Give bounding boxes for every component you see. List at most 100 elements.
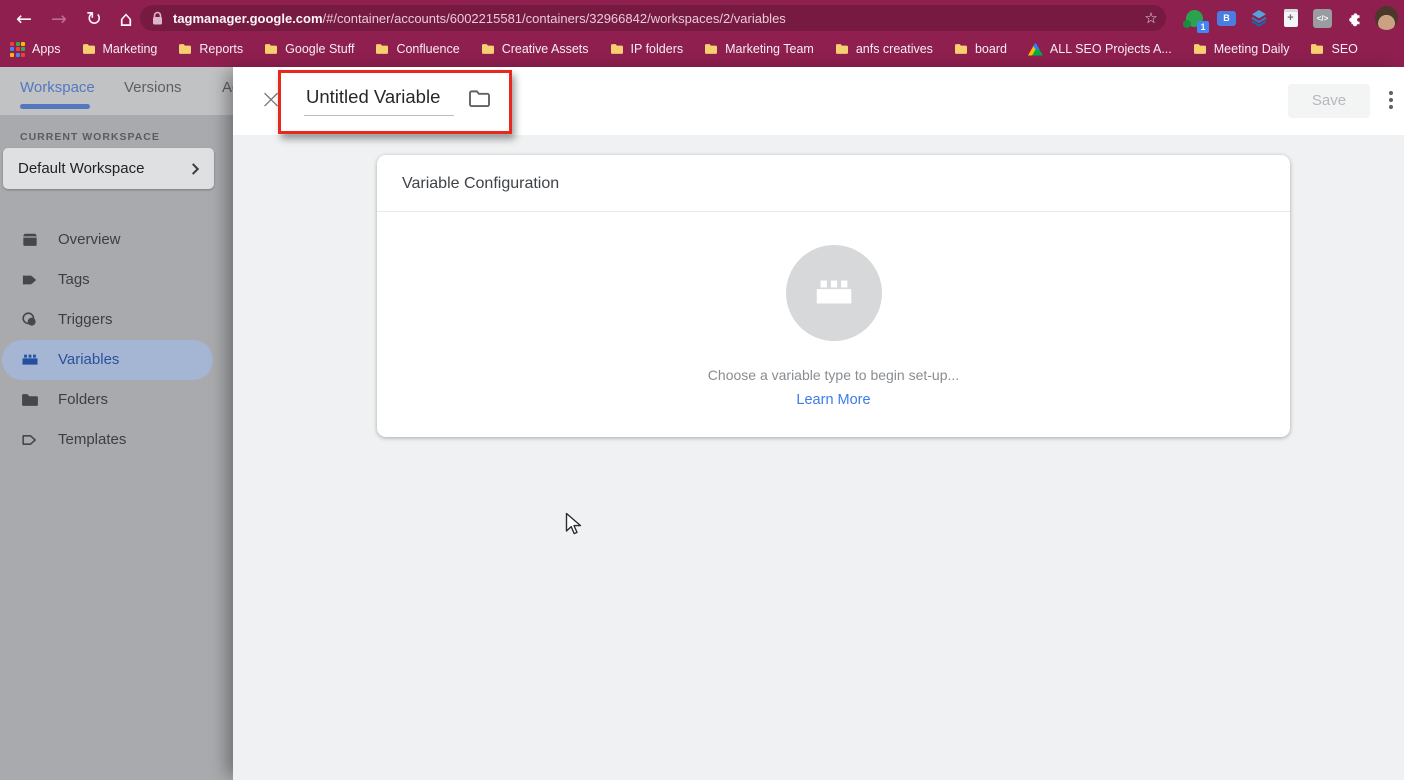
tab-versions[interactable]: Versions <box>124 79 182 96</box>
extension-row: 1 B + </> <box>1183 3 1398 33</box>
bookmark-confluence[interactable]: Confluence <box>375 42 460 56</box>
bookmark-meeting-daily[interactable]: Meeting Daily <box>1193 42 1290 56</box>
learn-more-link[interactable]: Learn More <box>796 392 870 408</box>
bookmark-star-icon[interactable]: ☆ <box>1136 9 1166 27</box>
folder-icon <box>82 44 95 54</box>
folder-icon <box>835 44 848 54</box>
code-glyph: </> <box>1313 8 1332 28</box>
folder-icon <box>610 44 623 54</box>
bookmark-marketing[interactable]: Marketing <box>82 42 158 56</box>
url-path: /#/container/accounts/6002215581/contain… <box>322 10 786 26</box>
bookmark-apps[interactable]: Apps <box>10 41 61 57</box>
variable-configuration-card: Variable Configuration Choose a variable… <box>377 155 1290 437</box>
tags-icon <box>22 275 36 285</box>
workspace-selector[interactable]: Default Workspace <box>3 148 214 189</box>
card-body[interactable]: Choose a variable type to begin set-up..… <box>377 212 1290 408</box>
sidebar-item-label: Templates <box>58 431 127 448</box>
sidebar-item-tags[interactable]: Tags <box>0 260 233 300</box>
bookmark-ip-folders[interactable]: IP folders <box>610 42 684 56</box>
folder-icon <box>376 44 389 54</box>
active-tab-underline <box>20 104 90 109</box>
extensions-puzzle-icon[interactable] <box>1343 7 1366 30</box>
sidebar-item-templates[interactable]: Templates <box>0 420 233 460</box>
home-icon[interactable]: ⌂ <box>113 6 139 32</box>
sidebar-item-label: Triggers <box>58 311 113 328</box>
browser-toolbar: ← → ↻ ⌂ tagmanager.google.com/#/containe… <box>0 0 1404 67</box>
folder-icon <box>265 44 278 54</box>
triggers-icon <box>22 312 36 326</box>
folders-icon <box>22 394 38 406</box>
doc-plus-icon: + <box>1283 9 1298 27</box>
gtm-variable-editor-screen: { "browser": { "url": { "host": "tagmana… <box>0 0 1404 780</box>
bookmark-label: SEO <box>1331 42 1358 56</box>
card-title: Variable Configuration <box>377 155 1290 212</box>
puzzle-icon <box>1348 13 1359 27</box>
layers-icon <box>1250 10 1267 27</box>
tag-glyph: B <box>1217 10 1236 26</box>
sidebar-item-label: Folders <box>58 391 109 408</box>
bookmark-label: Creative Assets <box>501 42 589 56</box>
sidebar-item-variables[interactable]: Variables <box>0 340 233 380</box>
back-icon[interactable]: ← <box>11 6 37 32</box>
current-workspace-label: CURRENT WORKSPACE <box>20 131 160 143</box>
extension-doc-icon[interactable]: + <box>1279 7 1302 30</box>
extension-code-icon[interactable]: </> <box>1311 7 1334 30</box>
more-menu-icon[interactable] <box>1382 89 1400 115</box>
bookmark-label: Marketing <box>102 42 158 56</box>
sidebar-item-label: Overview <box>58 231 121 248</box>
extension-chat-icon[interactable]: 1 <box>1183 7 1209 33</box>
extension-tag-icon[interactable]: B <box>1215 7 1238 30</box>
bookmark-creative-assets[interactable]: Creative Assets <box>481 42 589 56</box>
bookmark-marketing-team[interactable]: Marketing Team <box>704 42 814 56</box>
url-host: tagmanager.google.com <box>173 10 323 26</box>
templates-icon <box>22 435 36 445</box>
forward-icon[interactable]: → <box>46 6 72 32</box>
workspace-name: Default Workspace <box>18 160 145 177</box>
folder-icon <box>705 44 718 54</box>
bookmark-label: board <box>974 42 1007 56</box>
sidebar-item-triggers[interactable]: Triggers <box>0 300 233 340</box>
bookmark-label: IP folders <box>630 42 684 56</box>
bookmark-all-seo-projects[interactable]: ALL SEO Projects A... <box>1027 42 1172 56</box>
mouse-cursor <box>565 512 582 535</box>
folder-icon <box>954 44 967 54</box>
apps-grid-icon <box>10 41 25 57</box>
empty-state-text: Choose a variable type to begin set-up..… <box>707 367 960 383</box>
folder-icon <box>1311 44 1324 54</box>
bookmark-label: ALL SEO Projects A... <box>1049 42 1172 56</box>
tab-workspace[interactable]: Workspace <box>20 79 95 96</box>
extension-layers-icon[interactable] <box>1247 7 1270 30</box>
bookmark-seo[interactable]: SEO <box>1310 42 1358 56</box>
url-text: tagmanager.google.com/#/container/accoun… <box>173 11 1136 26</box>
sidebar-item-folders[interactable]: Folders <box>0 380 233 420</box>
bookmark-google-stuff[interactable]: Google Stuff <box>264 42 354 56</box>
bookmark-label: Apps <box>32 42 61 56</box>
bookmark-label: Reports <box>199 42 244 56</box>
bookmark-label: Meeting Daily <box>1213 42 1290 56</box>
overview-icon <box>23 233 37 246</box>
bookmark-anfs-creatives[interactable]: anfs creatives <box>835 42 933 56</box>
variable-type-placeholder-circle[interactable] <box>785 245 882 341</box>
bookmark-reports[interactable]: Reports <box>178 42 243 56</box>
folder-icon <box>481 44 494 54</box>
save-button[interactable]: Save <box>1288 84 1370 118</box>
avatar-photo <box>1375 6 1398 30</box>
chevron-right-icon <box>191 162 200 175</box>
folder-icon <box>1193 44 1206 54</box>
lock-icon <box>153 11 162 24</box>
sidebar-item-label: Tags <box>58 271 90 288</box>
bookmark-board[interactable]: board <box>954 42 1007 56</box>
bookmarks-bar: Apps Marketing Reports Google Stuff Conf… <box>10 37 1358 61</box>
tab-admin[interactable]: Admin <box>222 79 233 96</box>
bookmark-label: anfs creatives <box>855 42 933 56</box>
url-bar[interactable]: tagmanager.google.com/#/container/accoun… <box>140 5 1166 31</box>
extension-badge: 1 <box>1197 20 1209 33</box>
reload-icon[interactable]: ↻ <box>81 6 107 32</box>
variable-editor-panel: × Untitled Variable Save Variable Config… <box>233 67 1404 780</box>
sidebar-item-overview[interactable]: Overview <box>0 220 233 260</box>
gtm-tab-strip: Workspace Versions Admin <box>0 67 233 115</box>
sidebar-item-label: Variables <box>58 351 120 368</box>
bookmark-label: Confluence <box>396 42 460 56</box>
profile-avatar[interactable] <box>1375 6 1398 30</box>
drive-icon <box>1027 42 1043 56</box>
